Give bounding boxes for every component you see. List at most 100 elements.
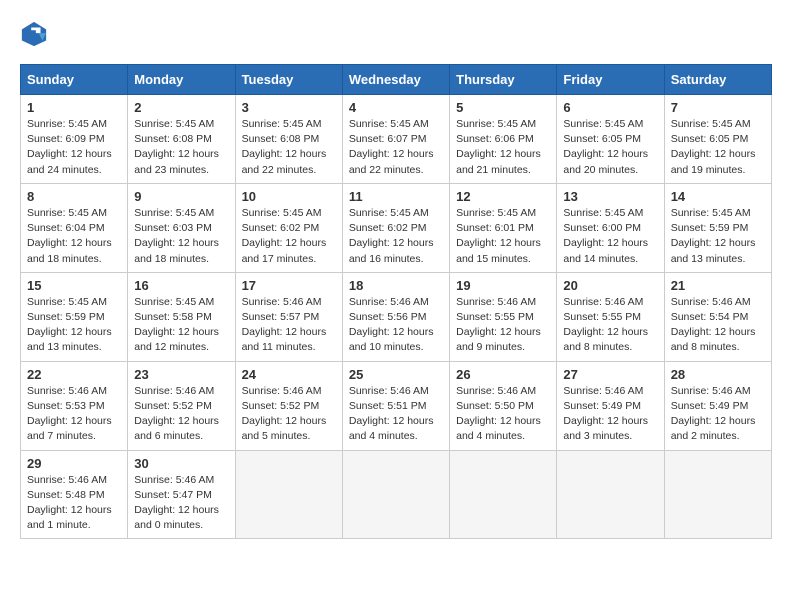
day-info: Sunrise: 5:46 AMSunset: 5:50 PMDaylight:… <box>456 384 550 445</box>
day-number: 12 <box>456 189 550 204</box>
header <box>20 20 772 48</box>
day-info: Sunrise: 5:46 AMSunset: 5:48 PMDaylight:… <box>27 473 121 534</box>
day-info: Sunrise: 5:45 AMSunset: 6:05 PMDaylight:… <box>671 117 765 178</box>
header-wednesday: Wednesday <box>342 65 449 95</box>
table-row: 17 Sunrise: 5:46 AMSunset: 5:57 PMDayligh… <box>235 272 342 361</box>
day-number: 6 <box>563 100 657 115</box>
table-row: 7 Sunrise: 5:45 AMSunset: 6:05 PMDaylight… <box>664 95 771 184</box>
calendar-table: SundayMondayTuesdayWednesdayThursdayFrid… <box>20 64 772 539</box>
table-row <box>235 450 342 539</box>
day-info: Sunrise: 5:45 AMSunset: 6:08 PMDaylight:… <box>134 117 228 178</box>
table-row: 10Sunrise: 5:45 AMSunset: 6:02 PMDayligh… <box>235 183 342 272</box>
day-number: 17 <box>242 278 336 293</box>
table-row: 12 Sunrise: 5:45 AMSunset: 6:01 PMDayligh… <box>450 183 557 272</box>
day-info: Sunrise: 5:45 AMSunset: 6:06 PMDaylight:… <box>456 117 550 178</box>
table-row: 2 Sunrise: 5:45 AMSunset: 6:08 PMDaylight… <box>128 95 235 184</box>
day-number: 30 <box>134 456 228 471</box>
day-number: 13 <box>563 189 657 204</box>
day-number: 29 <box>27 456 121 471</box>
day-info: Sunrise: 5:46 AMSunset: 5:55 PMDaylight:… <box>456 295 550 356</box>
table-row <box>557 450 664 539</box>
day-number: 7 <box>671 100 765 115</box>
day-info: Sunrise: 5:46 AMSunset: 5:55 PMDaylight:… <box>563 295 657 356</box>
header-saturday: Saturday <box>664 65 771 95</box>
calendar-week-row: 22 Sunrise: 5:46 AMSunset: 5:53 PMDayligh… <box>21 361 772 450</box>
day-info: Sunrise: 5:45 AMSunset: 6:07 PMDaylight:… <box>349 117 443 178</box>
day-number: 22 <box>27 367 121 382</box>
day-info: Sunrise: 5:45 AMSunset: 6:03 PMDaylight:… <box>134 206 228 267</box>
header-tuesday: Tuesday <box>235 65 342 95</box>
day-number: 16 <box>134 278 228 293</box>
table-row: 25 Sunrise: 5:46 AMSunset: 5:51 PMDayligh… <box>342 361 449 450</box>
table-row <box>342 450 449 539</box>
day-number: 4 <box>349 100 443 115</box>
table-row: 3 Sunrise: 5:45 AMSunset: 6:08 PMDaylight… <box>235 95 342 184</box>
table-row: 16 Sunrise: 5:45 AMSunset: 5:58 PMDayligh… <box>128 272 235 361</box>
day-number: 24 <box>242 367 336 382</box>
day-number: 15 <box>27 278 121 293</box>
table-row: 6 Sunrise: 5:45 AMSunset: 6:05 PMDaylight… <box>557 95 664 184</box>
day-info: Sunrise: 5:46 AMSunset: 5:52 PMDaylight:… <box>242 384 336 445</box>
day-info: Sunrise: 5:45 AMSunset: 6:01 PMDaylight:… <box>456 206 550 267</box>
day-info: Sunrise: 5:46 AMSunset: 5:49 PMDaylight:… <box>563 384 657 445</box>
day-info: Sunrise: 5:46 AMSunset: 5:51 PMDaylight:… <box>349 384 443 445</box>
calendar-week-row: 1Sunrise: 5:45 AMSunset: 6:09 PMDaylight… <box>21 95 772 184</box>
day-info: Sunrise: 5:46 AMSunset: 5:47 PMDaylight:… <box>134 473 228 534</box>
logo <box>20 20 52 48</box>
day-info: Sunrise: 5:45 AMSunset: 6:04 PMDaylight:… <box>27 206 121 267</box>
calendar-week-row: 8Sunrise: 5:45 AMSunset: 6:04 PMDaylight… <box>21 183 772 272</box>
table-row: 22 Sunrise: 5:46 AMSunset: 5:53 PMDayligh… <box>21 361 128 450</box>
header-friday: Friday <box>557 65 664 95</box>
table-row: 27 Sunrise: 5:46 AMSunset: 5:49 PMDayligh… <box>557 361 664 450</box>
day-number: 27 <box>563 367 657 382</box>
day-number: 26 <box>456 367 550 382</box>
day-info: Sunrise: 5:45 AMSunset: 5:59 PMDaylight:… <box>671 206 765 267</box>
day-number: 25 <box>349 367 443 382</box>
day-info: Sunrise: 5:46 AMSunset: 5:56 PMDaylight:… <box>349 295 443 356</box>
day-info: Sunrise: 5:46 AMSunset: 5:54 PMDaylight:… <box>671 295 765 356</box>
table-row: 28 Sunrise: 5:46 AMSunset: 5:49 PMDayligh… <box>664 361 771 450</box>
day-number: 9 <box>134 189 228 204</box>
day-number: 11 <box>349 189 443 204</box>
table-row <box>664 450 771 539</box>
day-number: 14 <box>671 189 765 204</box>
day-number: 19 <box>456 278 550 293</box>
table-row: 8Sunrise: 5:45 AMSunset: 6:04 PMDaylight… <box>21 183 128 272</box>
table-row: 13 Sunrise: 5:45 AMSunset: 6:00 PMDayligh… <box>557 183 664 272</box>
table-row: 19 Sunrise: 5:46 AMSunset: 5:55 PMDayligh… <box>450 272 557 361</box>
day-number: 18 <box>349 278 443 293</box>
table-row: 15 Sunrise: 5:45 AMSunset: 5:59 PMDayligh… <box>21 272 128 361</box>
header-monday: Monday <box>128 65 235 95</box>
day-info: Sunrise: 5:45 AMSunset: 6:08 PMDaylight:… <box>242 117 336 178</box>
day-number: 5 <box>456 100 550 115</box>
table-row: 11 Sunrise: 5:45 AMSunset: 6:02 PMDayligh… <box>342 183 449 272</box>
table-row: 21 Sunrise: 5:46 AMSunset: 5:54 PMDayligh… <box>664 272 771 361</box>
day-info: Sunrise: 5:45 AMSunset: 6:02 PMDaylight:… <box>349 206 443 267</box>
header-thursday: Thursday <box>450 65 557 95</box>
day-info: Sunrise: 5:46 AMSunset: 5:57 PMDaylight:… <box>242 295 336 356</box>
day-info: Sunrise: 5:46 AMSunset: 5:49 PMDaylight:… <box>671 384 765 445</box>
calendar-week-row: 15 Sunrise: 5:45 AMSunset: 5:59 PMDayligh… <box>21 272 772 361</box>
calendar-header-row: SundayMondayTuesdayWednesdayThursdayFrid… <box>21 65 772 95</box>
calendar-week-row: 29 Sunrise: 5:46 AMSunset: 5:48 PMDayligh… <box>21 450 772 539</box>
day-info: Sunrise: 5:45 AMSunset: 5:58 PMDaylight:… <box>134 295 228 356</box>
day-number: 2 <box>134 100 228 115</box>
table-row: 23Sunrise: 5:46 AMSunset: 5:52 PMDayligh… <box>128 361 235 450</box>
table-row <box>450 450 557 539</box>
day-number: 20 <box>563 278 657 293</box>
day-info: Sunrise: 5:45 AMSunset: 5:59 PMDaylight:… <box>27 295 121 356</box>
day-number: 3 <box>242 100 336 115</box>
table-row: 5 Sunrise: 5:45 AMSunset: 6:06 PMDaylight… <box>450 95 557 184</box>
day-number: 21 <box>671 278 765 293</box>
day-info: Sunrise: 5:45 AMSunset: 6:00 PMDaylight:… <box>563 206 657 267</box>
day-info: Sunrise: 5:45 AMSunset: 6:05 PMDaylight:… <box>563 117 657 178</box>
day-info: Sunrise: 5:46 AMSunset: 5:53 PMDaylight:… <box>27 384 121 445</box>
logo-icon <box>20 20 48 48</box>
table-row: 24 Sunrise: 5:46 AMSunset: 5:52 PMDayligh… <box>235 361 342 450</box>
table-row: 4 Sunrise: 5:45 AMSunset: 6:07 PMDaylight… <box>342 95 449 184</box>
table-row: 18 Sunrise: 5:46 AMSunset: 5:56 PMDayligh… <box>342 272 449 361</box>
day-number: 1 <box>27 100 121 115</box>
table-row: 26 Sunrise: 5:46 AMSunset: 5:50 PMDayligh… <box>450 361 557 450</box>
table-row: 29 Sunrise: 5:46 AMSunset: 5:48 PMDayligh… <box>21 450 128 539</box>
day-number: 28 <box>671 367 765 382</box>
